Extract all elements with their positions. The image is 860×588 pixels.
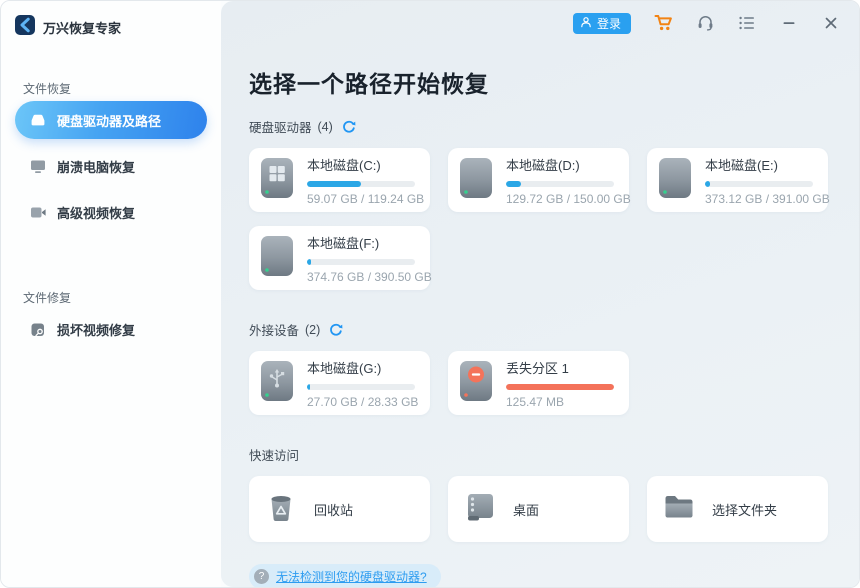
folder-icon	[661, 489, 697, 530]
help-link-text: 无法检测到您的硬盘驱动器?	[276, 570, 427, 584]
quick-label: 选择文件夹	[712, 502, 778, 518]
drive-card-g[interactable]: 本地磁盘(G:) 27.70 GB / 28.33 GB	[249, 351, 430, 415]
lost-partition-card[interactable]: 丢失分区 1 125.47 MB	[448, 351, 629, 415]
external-section-label: 外接设备	[249, 324, 300, 338]
drive-size: 374.76 GB / 390.50 GB	[307, 269, 432, 284]
drive-card-d[interactable]: 本地磁盘(D:) 129.72 GB / 150.00 GB	[448, 148, 631, 212]
external-grid: 本地磁盘(G:) 27.70 GB / 28.33 GB 丢失分区 1 125.…	[249, 351, 859, 415]
sidebar-item-crashed-pc[interactable]: 崩溃电脑恢复	[15, 147, 207, 185]
login-label: 登录	[596, 16, 621, 31]
drive-card-c[interactable]: 本地磁盘(C:) 59.07 GB / 119.24 GB	[249, 148, 430, 212]
usage-bar-fill	[705, 180, 711, 187]
quick-grid: 回收站 桌面 选择文件夹	[249, 476, 859, 542]
sidebar-item-label: 高级视频恢复	[57, 205, 136, 221]
drive-name: 本地磁盘(D:)	[506, 157, 580, 173]
app-window: 万兴恢复专家 文件恢复 硬盘驱动器及路径 崩溃电脑恢复 高级视频恢复 文件修复	[0, 0, 860, 588]
drive-card-f[interactable]: 本地磁盘(F:) 374.76 GB / 390.50 GB	[249, 226, 432, 290]
hdd-section-header: 硬盘驱动器 (4)	[249, 117, 859, 136]
windows-drive-icon	[259, 157, 295, 204]
login-button[interactable]: 登录	[572, 12, 631, 34]
hard-drive-icon	[657, 157, 693, 204]
sidebar: 万兴恢复专家 文件恢复 硬盘驱动器及路径 崩溃电脑恢复 高级视频恢复 文件修复	[1, 1, 221, 587]
usage-bar-fill	[307, 383, 311, 390]
drive-name: 丢失分区 1	[506, 360, 569, 376]
sidebar-item-label: 崩溃电脑恢复	[57, 159, 136, 175]
footer: ? 无法检测到您的硬盘驱动器?	[249, 564, 859, 587]
usage-bar	[506, 180, 614, 187]
drive-name: 本地磁盘(C:)	[307, 157, 381, 173]
drive-size: 373.12 GB / 391.00 GB	[705, 191, 830, 206]
hdd-grid: 本地磁盘(C:) 59.07 GB / 119.24 GB 本地磁盘(D:) 1…	[249, 148, 859, 290]
external-section-header: 外接设备 (2)	[249, 320, 859, 339]
close-icon[interactable]	[821, 13, 841, 33]
video-repair-icon	[29, 321, 47, 338]
quick-label: 回收站	[314, 502, 354, 518]
hard-drive-icon	[29, 112, 47, 129]
sidebar-item-drives-paths[interactable]: 硬盘驱动器及路径	[15, 101, 207, 139]
drive-size: 129.72 GB / 150.00 GB	[506, 191, 631, 206]
recycle-bin-card[interactable]: 回收站	[249, 476, 430, 542]
external-section-count: (2)	[305, 322, 321, 337]
drive-card-e[interactable]: 本地磁盘(E:) 373.12 GB / 391.00 GB	[647, 148, 830, 212]
quick-section-label: 快速访问	[249, 449, 300, 463]
sidebar-section-file-recovery: 文件恢复	[23, 82, 72, 96]
minimize-icon[interactable]	[779, 13, 799, 33]
quick-section-header: 快速访问	[249, 445, 859, 464]
drive-size: 59.07 GB / 119.24 GB	[307, 191, 425, 206]
video-camera-icon	[29, 204, 47, 221]
desktop-card[interactable]: 桌面	[448, 476, 629, 542]
sidebar-item-label: 损坏视频修复	[57, 322, 136, 338]
hdd-section-count: (4)	[317, 119, 333, 134]
hard-drive-icon	[458, 157, 494, 204]
usage-bar-fill	[307, 180, 361, 187]
app-logo-icon	[15, 15, 35, 40]
drive-name: 本地磁盘(F:)	[307, 235, 380, 251]
sidebar-item-video-repair[interactable]: 损坏视频修复	[15, 310, 207, 348]
usage-bar	[705, 180, 813, 187]
sidebar-item-advanced-video[interactable]: 高级视频恢复	[15, 193, 207, 231]
crashed-computer-icon	[29, 158, 47, 175]
cart-icon[interactable]	[653, 13, 673, 33]
support-headset-icon[interactable]	[695, 13, 715, 33]
app-title: 万兴恢复专家	[43, 21, 122, 36]
cant-detect-drive-link[interactable]: ? 无法检测到您的硬盘驱动器?	[249, 564, 441, 587]
desktop-icon	[462, 489, 498, 530]
hard-drive-icon	[259, 235, 295, 282]
usage-bar-fill	[307, 258, 312, 265]
titlebar: 登录	[221, 1, 859, 39]
refresh-icon[interactable]	[341, 119, 357, 135]
recycle-bin-icon	[263, 489, 299, 530]
page-title: 选择一个路径开始恢复	[249, 71, 489, 97]
question-icon: ?	[254, 569, 269, 584]
usage-bar	[307, 258, 415, 265]
main-panel: 登录 选择一个路径开始恢复 硬盘驱动器 (4) 本地磁盘(C:) 59.07 G…	[221, 1, 859, 587]
select-folder-card[interactable]: 选择文件夹	[647, 476, 828, 542]
sidebar-section-file-repair: 文件修复	[23, 291, 72, 305]
sidebar-item-label: 硬盘驱动器及路径	[57, 113, 162, 129]
user-icon	[580, 16, 592, 31]
drive-size: 27.70 GB / 28.33 GB	[307, 394, 419, 409]
lost-partition-drive-icon	[458, 360, 494, 407]
usage-bar	[506, 383, 614, 390]
main-content: 选择一个路径开始恢复 硬盘驱动器 (4) 本地磁盘(C:) 59.07 GB /…	[221, 65, 859, 587]
menu-list-icon[interactable]	[737, 13, 757, 33]
app-logo: 万兴恢复专家	[1, 11, 221, 40]
drive-name: 本地磁盘(E:)	[705, 157, 778, 173]
drive-size: 125.47 MB	[506, 394, 565, 409]
drive-name: 本地磁盘(G:)	[307, 360, 382, 376]
usage-bar-fill	[506, 383, 614, 390]
hdd-section-label: 硬盘驱动器	[249, 121, 312, 135]
refresh-icon[interactable]	[328, 322, 344, 338]
usb-drive-icon	[259, 360, 295, 407]
usage-bar	[307, 180, 415, 187]
quick-label: 桌面	[513, 502, 540, 518]
usage-bar	[307, 383, 415, 390]
usage-bar-fill	[506, 180, 522, 187]
